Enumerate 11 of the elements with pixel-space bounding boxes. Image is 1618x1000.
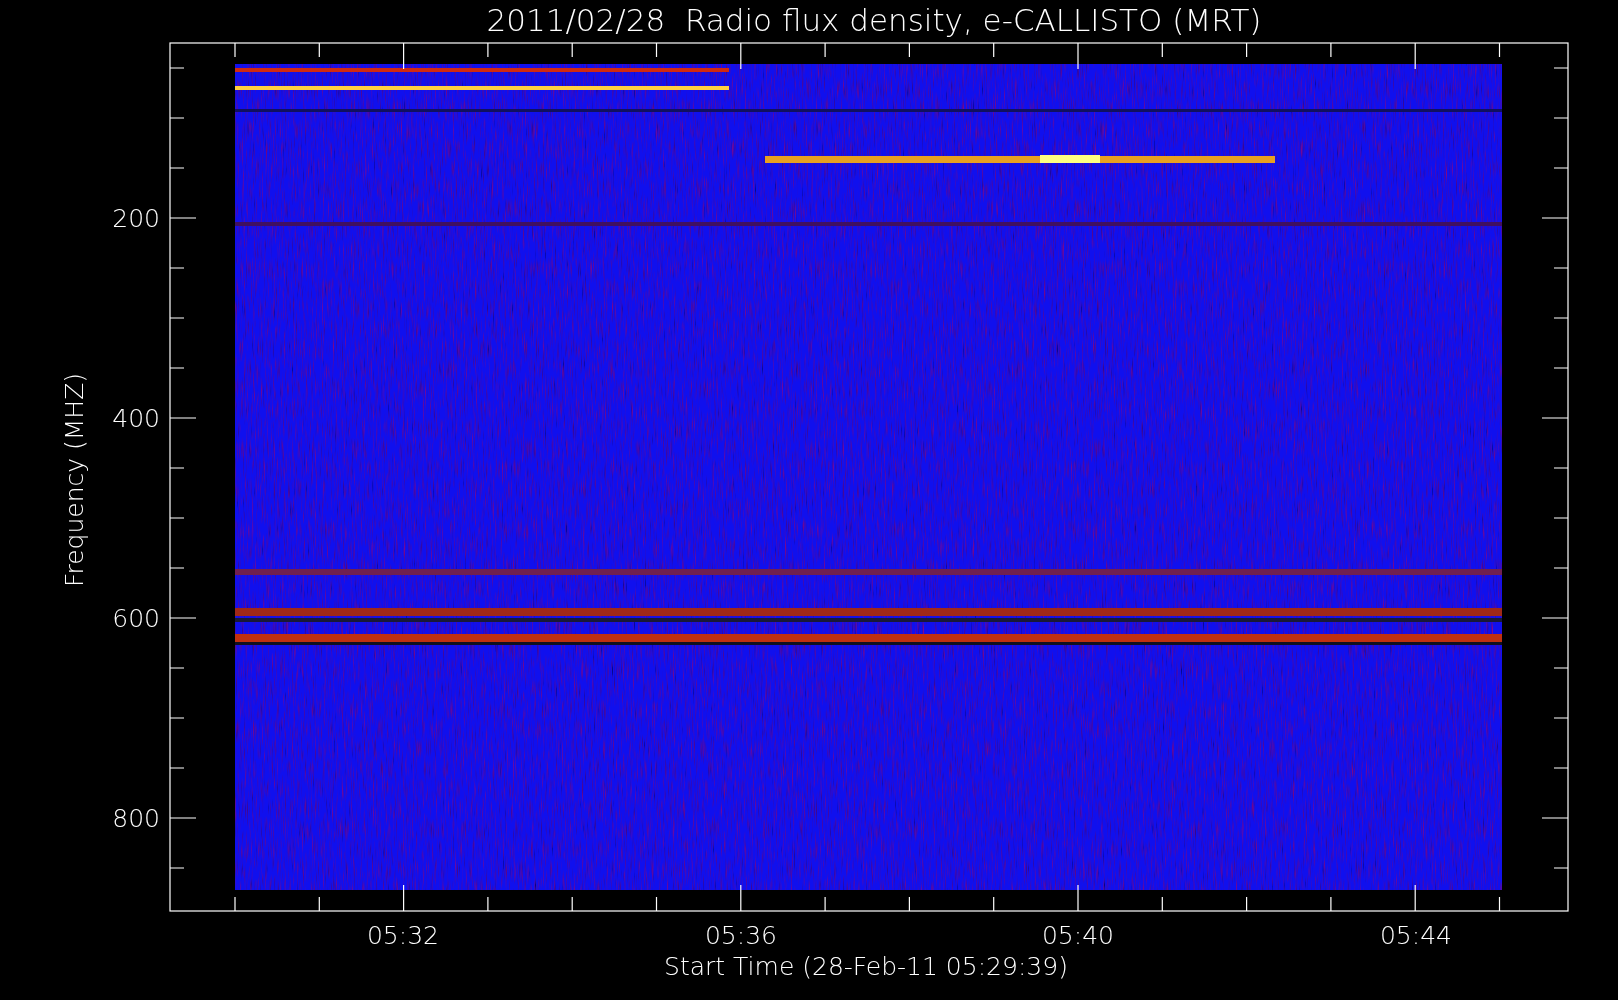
x-tick-label: 05:40 [1042, 921, 1114, 950]
chart-title: 2011/02/28 Radio flux density, e-CALLISTO (MRT) [486, 2, 1262, 38]
y-tick-label: 600 [112, 604, 160, 633]
x-tick-label: 05:36 [705, 921, 777, 950]
y-tick-label: 800 [112, 804, 160, 833]
y-tick-label: 200 [112, 204, 160, 233]
x-tick-label: 05:44 [1380, 921, 1452, 950]
y-tick-label: 400 [112, 404, 160, 433]
x-tick-label: 05:32 [367, 921, 439, 950]
x-axis-label: Start Time (28-Feb-11 05:29:39) [664, 952, 1068, 981]
y-axis-label: Frequency (MHZ) [60, 372, 89, 588]
